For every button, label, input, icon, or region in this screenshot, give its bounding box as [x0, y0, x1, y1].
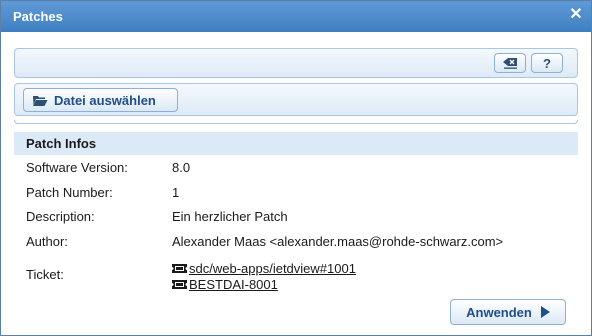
patches-dialog: Patches ✕ ? Datei auswählen Patch Infos …	[0, 0, 592, 336]
clear-button[interactable]	[494, 53, 526, 73]
ticket-link[interactable]: BESTDAI-8001	[172, 276, 356, 292]
info-label: Author:	[26, 233, 68, 249]
dialog-titlebar[interactable]: Patches ✕	[1, 1, 591, 32]
apply-button[interactable]: Anwenden	[450, 299, 566, 325]
dialog-title: Patches	[13, 9, 63, 24]
close-icon[interactable]: ✕	[569, 7, 583, 23]
ticket-link-text[interactable]: sdc/web-apps/ietdview#1001	[189, 261, 356, 276]
ticket-icon	[172, 263, 187, 273]
top-toolbar: ?	[14, 48, 578, 78]
ticket-links: sdc/web-apps/ietdview#1001 BESTDAI-8001	[172, 260, 356, 292]
info-value: Alexander Maas <alexander.maas@rohde-sch…	[172, 233, 504, 249]
ticket-link[interactable]: sdc/web-apps/ietdview#1001	[172, 260, 356, 276]
apply-label: Anwenden	[466, 304, 532, 320]
info-value: 8.0	[172, 159, 191, 175]
info-row-description: Description: Ein herzlicher Patch	[26, 207, 288, 225]
ticket-link-text[interactable]: BESTDAI-8001	[189, 277, 278, 292]
info-label: Ticket:	[26, 266, 64, 282]
info-value: Ein herzlicher Patch	[172, 208, 288, 224]
file-toolbar: Datei auswählen	[14, 83, 578, 116]
select-file-label: Datei auswählen	[54, 92, 156, 108]
help-button[interactable]: ?	[531, 53, 563, 73]
folder-open-icon	[33, 95, 48, 106]
section-title: Patch Infos	[26, 136, 97, 151]
info-row-patch-number: Patch Number: 1	[26, 183, 179, 201]
info-label: Description:	[26, 208, 95, 224]
info-label: Software Version:	[26, 159, 128, 175]
divider	[14, 120, 578, 124]
info-row-ticket: Ticket:	[26, 265, 172, 283]
eraser-icon	[503, 58, 517, 69]
select-file-button[interactable]: Datei auswählen	[23, 88, 178, 112]
info-row-author: Author: Alexander Maas <alexander.maas@r…	[26, 232, 503, 250]
ticket-icon	[172, 279, 187, 289]
info-value: 1	[172, 184, 180, 200]
info-label: Patch Number:	[26, 184, 113, 200]
patch-info-header: Patch Infos	[14, 132, 578, 155]
help-label: ?	[543, 55, 551, 71]
info-row-software-version: Software Version: 8.0	[26, 158, 190, 176]
play-icon	[540, 306, 550, 318]
